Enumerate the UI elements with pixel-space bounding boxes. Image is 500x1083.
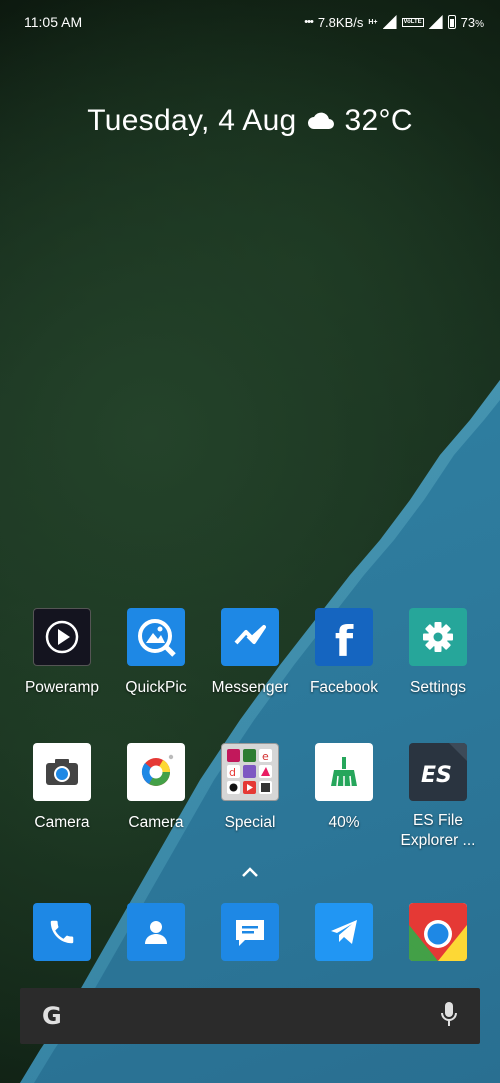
- broom-icon: [315, 743, 373, 801]
- signal-icon: [382, 15, 397, 29]
- dock-messages[interactable]: [200, 903, 300, 961]
- cloud-icon: [307, 112, 335, 130]
- dock-contacts[interactable]: [106, 903, 206, 961]
- app-label: Camera: [128, 814, 184, 831]
- signal-icon: [428, 15, 443, 29]
- temperature-text[interactable]: 32°C: [345, 104, 413, 138]
- quickpic-icon: [127, 608, 185, 666]
- app-drawer-chevron-up-icon[interactable]: [240, 864, 260, 880]
- app-cleaner[interactable]: 40%: [294, 743, 394, 833]
- app-label: ES File Explorer ...: [400, 812, 476, 849]
- sim2-tech: VoLTE: [401, 17, 424, 27]
- app-camera[interactable]: Camera: [12, 743, 112, 833]
- date-weather-widget[interactable]: Tuesday, 4 Aug 32°C: [0, 104, 500, 138]
- poweramp-icon: [33, 608, 91, 666]
- app-label: Settings: [409, 679, 466, 696]
- dock-chrome[interactable]: [388, 903, 488, 961]
- more-dots-icon: •••: [304, 16, 314, 28]
- phone-icon: [33, 903, 91, 961]
- app-poweramp[interactable]: Poweramp: [12, 608, 112, 698]
- svg-text:d: d: [229, 766, 236, 779]
- app-messenger[interactable]: Messenger: [200, 608, 300, 698]
- status-icons: ••• 7.8KB/s H+ VoLTE 73%: [304, 15, 484, 30]
- dock-phone[interactable]: [12, 903, 112, 961]
- messenger-icon: [221, 608, 279, 666]
- app-facebook[interactable]: f Facebook: [294, 608, 394, 698]
- folder-special[interactable]: e d Special: [200, 743, 300, 833]
- app-label: QuickPic: [125, 679, 187, 696]
- app-label: Facebook: [309, 679, 379, 696]
- svg-text:e: e: [262, 750, 269, 763]
- gear-icon: [409, 608, 467, 666]
- svg-text:ES: ES: [421, 763, 452, 788]
- date-text[interactable]: Tuesday, 4 Aug: [87, 104, 296, 138]
- app-quickpic[interactable]: QuickPic: [106, 608, 206, 698]
- google-search-bar[interactable]: G: [20, 988, 480, 1044]
- battery-icon: [447, 15, 456, 29]
- google-logo-icon[interactable]: G: [42, 1002, 62, 1030]
- contacts-icon: [127, 903, 185, 961]
- es-file-explorer-icon: ES: [409, 743, 467, 801]
- app-settings[interactable]: Settings: [388, 608, 488, 698]
- folder-icon: e d: [221, 743, 279, 801]
- chrome-icon: [409, 903, 467, 961]
- app-camera-2[interactable]: Camera: [106, 743, 206, 833]
- microphone-icon[interactable]: [440, 1001, 458, 1032]
- app-es-file-explorer[interactable]: ES ES File Explorer ...: [388, 743, 488, 851]
- app-label: Special: [224, 814, 276, 831]
- dock-telegram[interactable]: [294, 903, 394, 961]
- messages-icon: [221, 903, 279, 961]
- status-time: 11:05 AM: [24, 14, 83, 30]
- network-speed: 7.8KB/s: [317, 14, 364, 30]
- sim1-tech: H+: [368, 18, 378, 26]
- telegram-icon: [315, 903, 373, 961]
- app-label: 40%: [328, 814, 360, 831]
- status-bar: 11:05 AM ••• 7.8KB/s H+ VoLTE 73%: [0, 0, 500, 44]
- app-label: Poweramp: [24, 679, 100, 696]
- camera-lens-icon: [127, 743, 185, 801]
- facebook-icon: f: [315, 608, 373, 666]
- app-label: Camera: [34, 814, 90, 831]
- camera-icon: [33, 743, 91, 801]
- battery-level: 73%: [460, 14, 484, 30]
- app-label: Messenger: [211, 679, 289, 696]
